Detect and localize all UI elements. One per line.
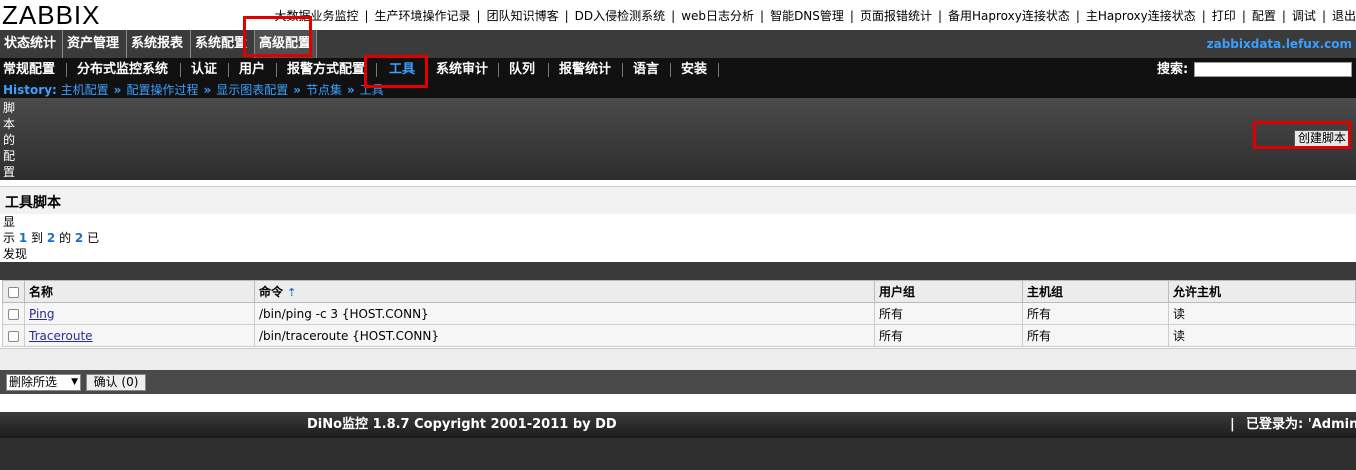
top-link-backup-haproxy[interactable]: 备用Haproxy连接状态	[948, 9, 1070, 23]
submenu-install[interactable]: 安装	[681, 58, 707, 82]
action-bar	[0, 370, 1356, 394]
page-title: 脚 本 的 配 置	[3, 101, 16, 179]
history-item-nodes[interactable]: 节点集	[306, 83, 342, 97]
table-footer	[0, 348, 1356, 370]
header-command[interactable]: 命令 ⇡	[254, 280, 875, 303]
search-label: 搜索:	[1157, 62, 1189, 77]
script-host-access: 读	[1168, 324, 1356, 347]
script-host-group: 所有	[1022, 302, 1169, 325]
sub-menu: 常规配置 分布式监控系统 认证 用户 报警方式配置 工具 系统审计 队列 报警统…	[0, 58, 1356, 82]
sort-asc-icon: ⇡	[287, 286, 297, 299]
header-user-group[interactable]: 用户组	[874, 280, 1023, 303]
top-link-ids[interactable]: DD入侵检测系统	[575, 9, 665, 23]
submenu-auth[interactable]: 认证	[191, 58, 217, 82]
confirm-button[interactable]: 确认 (0)	[86, 374, 146, 391]
script-host-group: 所有	[1022, 324, 1169, 347]
header-name[interactable]: 名称	[24, 280, 255, 303]
footer: DiNo监控 1.8.7 Copyright 2001-2011 by DD |…	[0, 412, 1356, 438]
logged-in-user: 已登录为: 'Admin'	[1246, 417, 1356, 432]
history-item-host-config[interactable]: 主机配置	[61, 83, 109, 97]
script-name-link[interactable]: Traceroute	[29, 329, 93, 343]
submenu-users[interactable]: 用户	[239, 58, 265, 82]
checkbox-icon	[8, 308, 19, 320]
zabbix-logo[interactable]: ZABBIX	[2, 0, 100, 30]
select-all-checkbox[interactable]	[2, 280, 25, 303]
page-header	[0, 98, 1356, 180]
top-link-page-errors[interactable]: 页面报错统计	[860, 9, 932, 23]
submenu-general[interactable]: 常规配置	[3, 58, 55, 82]
script-host-access: 读	[1168, 302, 1356, 325]
main-menu: 状态统计 资产管理 系统报表 系统配置 高级配置 zabbixdata.lefu…	[0, 30, 1356, 58]
copyright-text: DiNo监控 1.8.7 Copyright 2001-2011 by DD	[307, 417, 617, 432]
logout-link[interactable]: 退出	[1332, 9, 1356, 23]
top-link-blog[interactable]: 团队知识博客	[487, 9, 559, 23]
top-link-prod-log[interactable]: 生产环境操作记录	[375, 9, 471, 23]
section-title: 工具脚本	[5, 195, 61, 211]
submenu-distributed[interactable]: 分布式监控系统	[77, 58, 168, 82]
submenu-audit[interactable]: 系统审计	[436, 58, 488, 82]
script-user-group: 所有	[874, 324, 1023, 347]
bulk-action-select[interactable]: 删除所选 ▼	[6, 374, 81, 391]
section-header: 工具脚本	[0, 186, 1356, 214]
top-link-weblog[interactable]: web日志分析	[681, 9, 754, 23]
header-host-access[interactable]: 允许主机	[1168, 280, 1356, 303]
table-row: Traceroute /bin/traceroute {HOST.CONN} 所…	[2, 324, 1356, 347]
table-row: Ping /bin/ping -c 3 {HOST.CONN} 所有 所有 读	[2, 302, 1356, 325]
menu-advanced-config[interactable]: 高级配置	[255, 30, 317, 58]
page-bottom	[0, 438, 1356, 470]
script-command: /bin/ping -c 3 {HOST.CONN}	[254, 302, 875, 325]
debug-link[interactable]: 调试	[1292, 9, 1316, 23]
menu-reports[interactable]: 系统报表	[127, 30, 191, 58]
create-script-button[interactable]: 创建脚本	[1294, 130, 1350, 147]
submenu-queue[interactable]: 队列	[509, 58, 535, 82]
table-top-bar	[0, 262, 1356, 280]
menu-system-config[interactable]: 系统配置	[191, 30, 255, 58]
checkbox-icon	[8, 330, 19, 342]
submenu-tools[interactable]: 工具	[389, 58, 415, 82]
menu-status[interactable]: 状态统计	[0, 30, 63, 58]
history-item-graph-config[interactable]: 显示图表配置	[216, 83, 288, 97]
submenu-language[interactable]: 语言	[633, 58, 659, 82]
top-bar: ZABBIX 大数据业务监控 | 生产环境操作记录 | 团队知识博客 | DD入侵检测系统 |…	[0, 0, 1356, 30]
history-breadcrumb: History: 主机配置» 配置操作过程» 显示图表配置» 节点集» 工具	[0, 82, 1356, 98]
header-host-group[interactable]: 主机组	[1022, 280, 1169, 303]
top-link-dns[interactable]: 智能DNS管理	[770, 9, 844, 23]
print-link[interactable]: 打印	[1212, 9, 1236, 23]
submenu-alert-stats[interactable]: 报警统计	[559, 58, 611, 82]
script-user-group: 所有	[874, 302, 1023, 325]
search-input[interactable]	[1194, 62, 1352, 77]
top-links: 大数据业务监控 | 生产环境操作记录 | 团队知识博客 | DD入侵检测系统 | web日志分析…	[274, 9, 1356, 23]
results-info: 显 示 1 到 2 的 2 已 发现	[3, 215, 100, 261]
table-header-row: 名称 命令 ⇡ 用户组 主机组 允许主机	[2, 280, 1356, 303]
row-checkbox[interactable]	[2, 302, 25, 325]
host-link[interactable]: zabbixdata.lefux.com	[1207, 30, 1352, 58]
history-item-tools[interactable]: 工具	[360, 83, 384, 97]
row-checkbox[interactable]	[2, 324, 25, 347]
config-link[interactable]: 配置	[1252, 9, 1276, 23]
dropdown-arrow-icon: ▼	[71, 377, 78, 387]
checkbox-icon	[8, 286, 19, 298]
footer-separator: |	[1230, 417, 1235, 432]
script-command: /bin/traceroute {HOST.CONN}	[254, 324, 875, 347]
menu-assets[interactable]: 资产管理	[63, 30, 127, 58]
top-link-bigdata[interactable]: 大数据业务监控	[274, 9, 358, 23]
top-link-main-haproxy[interactable]: 主Haproxy连接状态	[1086, 9, 1196, 23]
history-label: History:	[3, 83, 57, 97]
script-name-link[interactable]: Ping	[29, 307, 55, 321]
scripts-table: 名称 命令 ⇡ 用户组 主机组 允许主机 Ping /bin/ping -c 3 …	[2, 280, 1356, 347]
submenu-media-types[interactable]: 报警方式配置	[287, 58, 365, 82]
history-item-config-process[interactable]: 配置操作过程	[126, 83, 198, 97]
